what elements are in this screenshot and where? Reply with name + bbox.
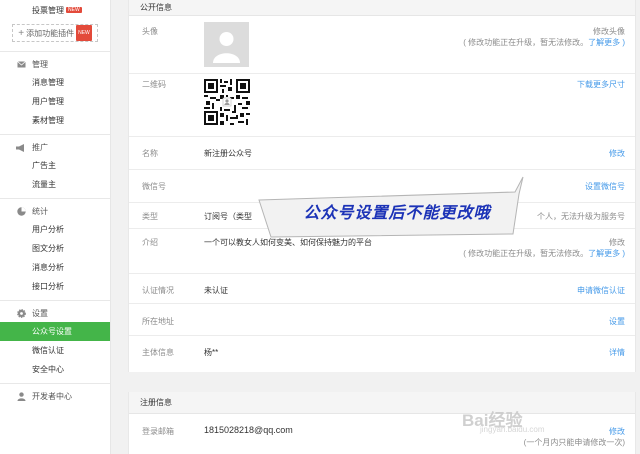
sidebar-item-article-analysis[interactable]: 图文分析 (0, 239, 110, 258)
edit-intro-button[interactable]: 修改 (609, 237, 625, 248)
sidebar-group-title: 管理 (32, 60, 48, 69)
type-note: 个人，无法升级为服务号 (537, 212, 625, 221)
qrcode-label: 二维码 (142, 80, 166, 89)
verify-value: 未认证 (204, 286, 228, 295)
avatar (204, 22, 249, 67)
verify-label: 认证情况 (142, 286, 174, 295)
registration-info-header: 注册信息 (129, 392, 635, 414)
email-value: 1815028218@qq.com (204, 425, 293, 435)
person-icon (16, 392, 26, 402)
learn-more-link[interactable]: 了解更多 ) (588, 38, 625, 47)
sidebar-item-label: 投票管理 (32, 6, 64, 15)
sidebar-group-stats: 统计 用户分析 图文分析 消息分析 接口分析 (0, 199, 110, 296)
name-label: 名称 (142, 149, 158, 158)
sidebar-group-settings: 设置 公众号设置 微信认证 安全中心 (0, 301, 110, 379)
row-name: 名称 新注册公众号 修改 (129, 137, 635, 170)
add-plugin-label: 添加功能插件 (26, 29, 75, 38)
apply-verify-link[interactable]: 申请微信认证 (577, 285, 625, 296)
row-subject: 主体信息 杨** 详情 (129, 336, 635, 370)
sidebar-group-header: 管理 (0, 56, 110, 73)
edit-email-link[interactable]: 修改 (609, 426, 625, 437)
mail-icon (16, 60, 26, 70)
sidebar-group-manage: 管理 消息管理 用户管理 素材管理 (0, 52, 110, 130)
sidebar-item-security[interactable]: 安全中心 (0, 360, 110, 379)
sidebar-group-title: 设置 (32, 309, 48, 318)
registration-info-card: 注册信息 登录邮箱 1815028218@qq.com 修改 (一个月内只能申请… (128, 392, 636, 454)
edit-name-link[interactable]: 修改 (609, 148, 625, 159)
subject-details-link[interactable]: 详情 (609, 347, 625, 358)
subject-label: 主体信息 (142, 348, 174, 357)
sidebar-item-vote[interactable]: 投票管理 NEW (0, 0, 110, 20)
sidebar-item-account-settings[interactable]: 公众号设置 (0, 322, 110, 341)
megaphone-icon (16, 143, 26, 153)
wechat-id-label: 微信号 (142, 182, 166, 191)
learn-more-link[interactable]: 了解更多 ) (588, 249, 625, 258)
qrcode-icon (204, 79, 250, 125)
row-email: 登录邮箱 1815028218@qq.com 修改 (一个月内只能申请修改一次) (129, 414, 635, 454)
sidebar-item-wechat-verify[interactable]: 微信认证 (0, 341, 110, 360)
intro-value: 一个可以教女人如何变美、如何保持魅力的平台 (204, 238, 372, 247)
sidebar-item-publisher[interactable]: 流量主 (0, 175, 110, 194)
sidebar-group-developer: 开发者中心 (0, 384, 110, 405)
subject-value: 杨** (204, 348, 219, 357)
sidebar-item-advertiser[interactable]: 广告主 (0, 156, 110, 175)
qrcode-image (204, 79, 250, 125)
row-location: 所在地址 设置 (129, 304, 635, 336)
email-note: (一个月内只能申请修改一次) (523, 438, 625, 447)
intro-note: ( 修改功能正在升级，暂无法修改。了解更多 ) (463, 248, 625, 259)
banner-text: 公众号设置后不能更改哦 (303, 203, 491, 222)
sidebar-item-message-analysis[interactable]: 消息分析 (0, 258, 110, 277)
public-info-header: 公开信息 (129, 0, 635, 16)
set-wechat-id-link[interactable]: 设置微信号 (585, 181, 625, 192)
sidebar-group-title: 推广 (32, 143, 48, 152)
chart-icon (16, 207, 26, 217)
sidebar-group-title: 统计 (32, 207, 48, 216)
sidebar-item-messages[interactable]: 消息管理 (0, 73, 110, 92)
set-location-link[interactable]: 设置 (609, 316, 625, 327)
location-label: 所在地址 (142, 317, 174, 326)
avatar-label: 头像 (142, 27, 158, 36)
watermark-url: jingyan.baidu.com (480, 425, 545, 434)
row-verify: 认证情况 未认证 申请微信认证 (129, 274, 635, 304)
sidebar-item-api-analysis[interactable]: 接口分析 (0, 277, 110, 296)
sidebar-group-header: 推广 (0, 139, 110, 156)
sidebar-group-header: 设置 (0, 305, 110, 322)
avatar-note: ( 修改功能正在升级，暂无法修改。了解更多 ) (463, 37, 625, 48)
name-value: 新注册公众号 (204, 149, 252, 158)
sidebar-item-user-analysis[interactable]: 用户分析 (0, 220, 110, 239)
email-label: 登录邮箱 (142, 427, 174, 436)
sidebar-item-users[interactable]: 用户管理 (0, 92, 110, 111)
sidebar-item-label: 开发者中心 (32, 392, 72, 401)
plus-icon: + (18, 28, 25, 39)
add-plugin-button[interactable]: + 添加功能插件 NEW (12, 24, 98, 42)
download-qrcode-link[interactable]: 下载更多尺寸 (577, 79, 625, 90)
change-avatar-button[interactable]: 修改头像 (593, 26, 625, 37)
gear-icon (16, 309, 26, 319)
default-avatar-icon (204, 22, 249, 67)
sidebar: 投票管理 NEW + 添加功能插件 NEW 管理 消息管理 用户管理 素材管理 推广 … (0, 0, 111, 454)
intro-note-text: ( 修改功能正在升级，暂无法修改。 (463, 249, 589, 258)
sidebar-item-developer[interactable]: 开发者中心 (0, 388, 110, 405)
sidebar-group-promote: 推广 广告主 流量主 (0, 135, 110, 194)
type-label: 类型 (142, 212, 158, 221)
intro-label: 介绍 (142, 238, 158, 247)
new-badge: NEW (66, 7, 82, 13)
new-badge: NEW (76, 25, 92, 41)
sidebar-item-materials[interactable]: 素材管理 (0, 111, 110, 130)
type-value: 订阅号（类型 (204, 212, 252, 221)
avatar-note-text: ( 修改功能正在升级，暂无法修改。 (463, 38, 589, 47)
sidebar-group-header: 统计 (0, 203, 110, 220)
